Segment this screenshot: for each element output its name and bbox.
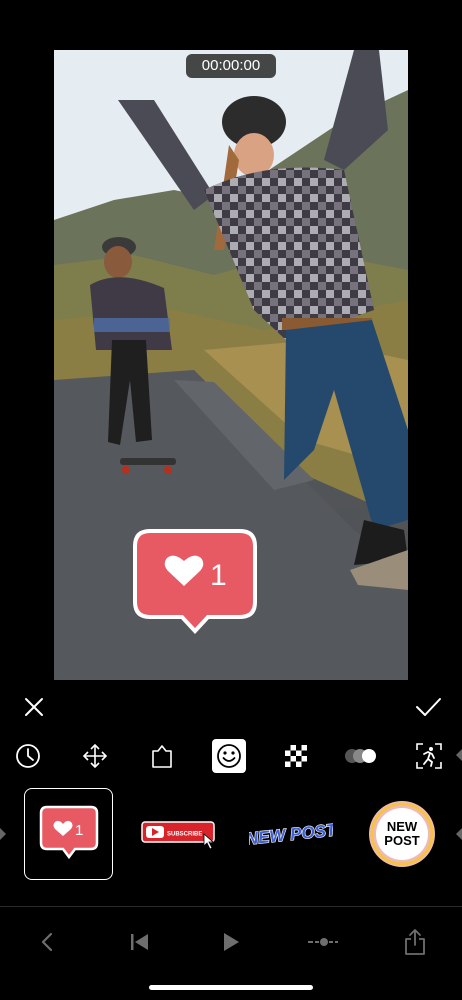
tag-shape-icon bbox=[152, 745, 172, 768]
svg-text:NEW POST: NEW POST bbox=[249, 820, 333, 849]
home-indicator[interactable] bbox=[149, 985, 313, 990]
share-button[interactable] bbox=[400, 928, 430, 956]
like-count: 1 bbox=[210, 559, 227, 592]
new-post-badge-sticker[interactable]: NEW POST bbox=[366, 788, 438, 880]
play-icon bbox=[224, 933, 239, 951]
edit-toolbar bbox=[0, 685, 462, 725]
divider bbox=[0, 906, 462, 907]
shape-tool[interactable] bbox=[145, 739, 179, 773]
new-post-text-sticker[interactable]: NEW POST bbox=[249, 788, 333, 880]
keyframe-icon bbox=[308, 938, 338, 946]
tool-bar bbox=[0, 735, 462, 775]
check-icon bbox=[416, 698, 441, 716]
placed-like-sticker[interactable]: 1 bbox=[132, 528, 258, 636]
sticker-tool[interactable] bbox=[212, 739, 246, 773]
toggle-circles-icon bbox=[345, 749, 376, 763]
skip-start-icon bbox=[131, 934, 148, 950]
scroll-right-indicator-icon bbox=[456, 828, 462, 840]
move-arrows-icon bbox=[82, 743, 108, 769]
sticker-strip: 1 SUBSCRIBE NEW POST NEW POST bbox=[0, 788, 462, 880]
scroll-right-indicator-icon bbox=[456, 749, 462, 761]
subscribe-sticker[interactable]: SUBSCRIBE bbox=[140, 788, 220, 880]
svg-text:1: 1 bbox=[75, 822, 83, 839]
share-icon bbox=[405, 929, 425, 955]
clock-icon bbox=[16, 744, 40, 768]
like-sticker[interactable]: 1 bbox=[24, 788, 113, 880]
svg-text:SUBSCRIBE: SUBSCRIBE bbox=[167, 832, 202, 838]
playback-bar bbox=[0, 920, 462, 964]
skip-to-start-button[interactable] bbox=[124, 928, 154, 956]
timer-tool[interactable] bbox=[11, 739, 45, 773]
transparency-tool[interactable] bbox=[279, 739, 313, 773]
motion-track-tool[interactable] bbox=[412, 739, 446, 773]
close-button[interactable] bbox=[20, 693, 48, 721]
confirm-button[interactable] bbox=[413, 693, 443, 721]
play-button[interactable] bbox=[216, 928, 246, 956]
running-figure-icon bbox=[416, 743, 442, 769]
blend-tool[interactable] bbox=[344, 739, 378, 773]
timecode-display: 00:00:00 bbox=[186, 54, 276, 78]
close-icon bbox=[25, 698, 43, 716]
move-tool[interactable] bbox=[78, 739, 112, 773]
chevron-left-icon bbox=[41, 932, 53, 952]
checkerboard-icon bbox=[285, 745, 307, 767]
svg-text:POST: POST bbox=[384, 833, 419, 848]
scroll-left-indicator-icon bbox=[0, 828, 6, 840]
smiley-icon bbox=[217, 744, 241, 768]
keyframe-button[interactable] bbox=[306, 928, 340, 956]
back-button[interactable] bbox=[32, 928, 62, 956]
svg-text:NEW: NEW bbox=[387, 819, 418, 834]
